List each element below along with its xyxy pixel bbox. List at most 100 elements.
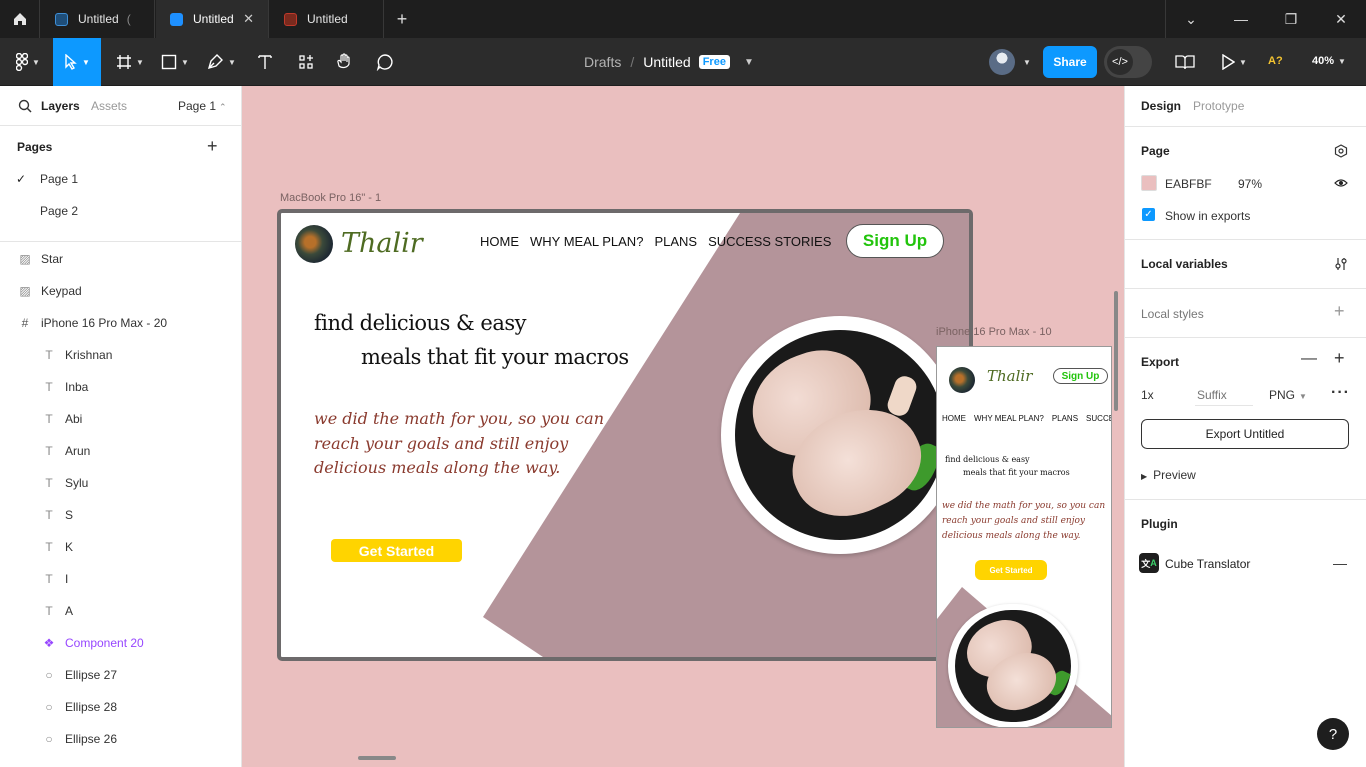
mobile-nav-home[interactable]: HOME <box>942 414 966 423</box>
mobile-frame[interactable]: Thalir Sign Up HOME WHY MEAL PLAN? PLANS… <box>936 346 1112 728</box>
pen-tool-button[interactable]: ▼ <box>200 38 242 86</box>
layer-item[interactable]: # iPhone 16 Pro Max - 20 <box>0 307 241 339</box>
layer-item[interactable]: TI <box>0 563 241 595</box>
add-page-icon[interactable]: + <box>207 136 218 157</box>
export-suffix-input[interactable] <box>1195 384 1253 406</box>
tabs-dropdown-icon[interactable]: ⌄ <box>1166 0 1216 38</box>
layer-item[interactable]: T Arun <box>0 435 241 467</box>
plugin-name[interactable]: Cube Translator <box>1165 557 1250 571</box>
add-export-icon[interactable]: + <box>1334 348 1345 369</box>
preview-toggle[interactable]: ▶ Preview <box>1141 468 1196 482</box>
main-menu-button[interactable]: ▼ <box>8 38 48 86</box>
tab-design[interactable]: Design <box>1141 99 1181 113</box>
close-window-icon[interactable]: ✕ <box>1316 0 1366 38</box>
headline-line-2: meals that fit your macros <box>361 345 629 369</box>
hand-tool-button[interactable] <box>330 38 360 86</box>
avatar-chevron-icon[interactable]: ▼ <box>1023 58 1031 67</box>
mobile-signup-button[interactable]: Sign Up <box>1053 368 1108 384</box>
layer-item[interactable]: T Inba <box>0 371 241 403</box>
page-settings-icon[interactable] <box>1334 144 1348 158</box>
layer-item[interactable]: TS <box>0 499 241 531</box>
maximize-icon[interactable]: ❐ <box>1266 0 1316 38</box>
mobile-get-started-button[interactable]: Get Started <box>975 560 1047 580</box>
page-opacity[interactable]: 97% <box>1238 177 1262 191</box>
breadcrumb-folder[interactable]: Drafts <box>584 54 621 70</box>
variables-icon[interactable] <box>1334 257 1348 271</box>
page-item-2[interactable]: Page 2 <box>0 195 241 227</box>
canvas[interactable]: MacBook Pro 16" - 1 Thalir HOME WHY MEAL… <box>242 86 1124 767</box>
get-started-button[interactable]: Get Started <box>331 539 462 562</box>
layer-item[interactable]: TA <box>0 595 241 627</box>
share-button[interactable]: Share <box>1043 46 1097 78</box>
vertical-scrollbar[interactable] <box>1114 291 1118 411</box>
layer-item[interactable]: ❖ Component 20 <box>0 627 241 659</box>
nav-success-stories[interactable]: SUCCESS STORIES <box>708 234 831 249</box>
minimize-icon[interactable]: — <box>1216 0 1266 38</box>
tab-prototype[interactable]: Prototype <box>1193 99 1244 113</box>
layer-item[interactable]: ○ Ellipse 26 <box>0 723 241 755</box>
file-tab-2[interactable]: Untitled ✕ <box>156 0 269 38</box>
layer-label: iPhone 16 Pro Max - 20 <box>41 316 168 330</box>
layer-item[interactable]: TK <box>0 531 241 563</box>
ai-button[interactable]: A? <box>1268 55 1283 67</box>
file-tab-3[interactable]: Untitled <box>270 0 384 38</box>
mobile-nav-success[interactable]: SUCCE <box>1086 414 1111 423</box>
text-tool-button[interactable] <box>250 38 280 86</box>
export-scale[interactable]: 1x <box>1141 388 1154 402</box>
comment-tool-button[interactable] <box>370 38 400 86</box>
add-style-icon[interactable]: + <box>1334 301 1345 322</box>
remove-plugin-icon[interactable]: — <box>1333 555 1347 571</box>
tab-layers[interactable]: Layers <box>41 99 80 113</box>
file-tab-1[interactable]: Untitled ( <box>41 0 155 38</box>
layer-item[interactable]: ▨ Keypad <box>0 275 241 307</box>
remove-export-icon[interactable]: — <box>1301 350 1317 368</box>
nav-plans[interactable]: PLANS <box>654 234 697 249</box>
resources-button[interactable] <box>291 38 321 86</box>
close-tab-icon[interactable]: ✕ <box>243 11 254 27</box>
home-icon <box>13 13 26 25</box>
page-color-swatch[interactable] <box>1141 175 1157 191</box>
nav-home[interactable]: HOME <box>480 234 519 249</box>
file-name[interactable]: Untitled <box>643 54 690 70</box>
frame-label-desktop[interactable]: MacBook Pro 16" - 1 <box>280 192 381 204</box>
layer-item[interactable]: ○ Ellipse 27 <box>0 659 241 691</box>
mobile-nav-why[interactable]: WHY MEAL PLAN? <box>974 414 1044 423</box>
layer-label: Arun <box>65 444 91 458</box>
export-button[interactable]: Export Untitled <box>1141 419 1349 449</box>
zoom-control[interactable]: 40% ▼ <box>1312 55 1346 67</box>
shape-tool-button[interactable]: ▼ <box>155 38 195 86</box>
new-tab-button[interactable]: + <box>392 0 412 38</box>
eye-icon[interactable] <box>1334 178 1348 188</box>
tab-assets[interactable]: Assets <box>91 99 127 113</box>
export-more-icon[interactable]: ··· <box>1331 384 1350 402</box>
home-button[interactable] <box>0 0 40 38</box>
layer-item[interactable]: T Krishnan <box>0 339 241 371</box>
layer-item[interactable]: ▨ Star <box>0 243 241 275</box>
layer-item[interactable]: T Abi <box>0 403 241 435</box>
layer-label: K <box>65 540 74 554</box>
layer-item[interactable]: T Sylu <box>0 467 241 499</box>
local-variables-title[interactable]: Local variables <box>1141 257 1228 271</box>
dev-mode-toggle[interactable]: </> <box>1104 46 1152 78</box>
signup-button[interactable]: Sign Up <box>846 224 944 258</box>
help-button[interactable]: ? <box>1317 718 1349 750</box>
frame-tool-button[interactable]: ▼ <box>110 38 150 86</box>
desktop-frame[interactable]: Thalir HOME WHY MEAL PLAN? PLANS SUCCESS… <box>277 209 973 661</box>
mobile-nav-plans[interactable]: PLANS <box>1052 414 1078 423</box>
file-menu-chevron-icon[interactable]: ▼ <box>744 57 754 68</box>
present-button[interactable]: ▼ <box>1214 38 1254 86</box>
page-color-hex[interactable]: EABFBF <box>1165 177 1212 191</box>
nav-why-meal-plan[interactable]: WHY MEAL PLAN? <box>530 234 643 249</box>
library-button[interactable] <box>1170 38 1200 86</box>
frame-icon <box>117 55 132 69</box>
page-item-1[interactable]: ✓ Page 1 <box>0 163 241 195</box>
export-format-select[interactable]: PNG ▼ <box>1269 388 1307 402</box>
frame-label-mobile[interactable]: iPhone 16 Pro Max - 10 <box>936 326 1052 338</box>
user-avatar[interactable] <box>989 49 1015 75</box>
page-selector[interactable]: Page 1 ⌃ <box>178 99 227 113</box>
layer-item[interactable]: ○ Ellipse 28 <box>0 691 241 723</box>
horizontal-scrollbar[interactable] <box>358 756 396 760</box>
search-icon[interactable] <box>18 99 32 113</box>
show-in-exports-checkbox[interactable]: ✓ <box>1142 208 1155 221</box>
move-tool-button[interactable]: ▼ <box>53 38 101 86</box>
